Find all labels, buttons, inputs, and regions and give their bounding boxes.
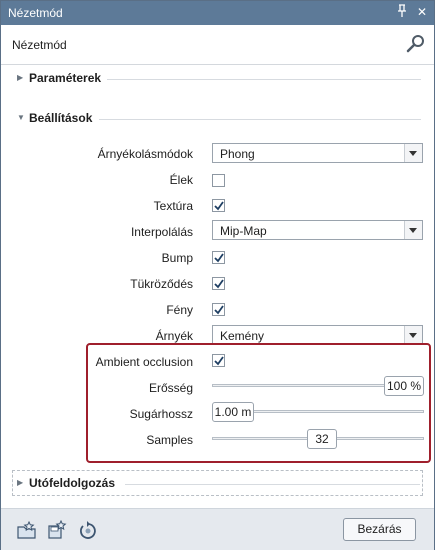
texture-label: Textúra xyxy=(153,199,193,213)
chevron-down-icon[interactable] xyxy=(404,144,422,162)
save-star-icon[interactable] xyxy=(47,520,67,540)
shadow-label: Árnyék xyxy=(155,329,193,343)
shadow-value: Kemény xyxy=(220,329,265,343)
section-divider xyxy=(99,119,421,120)
shading-label: Árnyékolásmódok xyxy=(97,147,193,161)
shading-dropdown[interactable]: Phong xyxy=(212,143,423,163)
view-mode-name: Nézetmód xyxy=(12,38,67,52)
checkmark-icon xyxy=(214,279,224,289)
reset-icon[interactable] xyxy=(78,520,98,540)
highlight-annotation-box xyxy=(86,343,431,463)
interpolation-label: Interpolálás xyxy=(130,225,193,239)
section-parameters-label: Paraméterek xyxy=(29,71,102,85)
close-icon[interactable]: ✕ xyxy=(414,4,430,20)
title-bar[interactable]: Nézetmód ✕ xyxy=(1,1,434,25)
view-mode-window: Nézetmód ✕ Nézetmód ▶ Paraméterek ▼ Beál… xyxy=(0,0,435,550)
section-postprocessing-head[interactable]: ▶ Utófeldolgozás xyxy=(13,473,422,495)
light-label: Fény xyxy=(166,303,193,317)
search-icon[interactable] xyxy=(406,34,426,54)
section-parameters[interactable]: ▶ Paraméterek xyxy=(13,68,423,90)
close-button[interactable]: Bezárás xyxy=(343,518,416,541)
section-postprocessing[interactable]: ▶ Utófeldolgozás xyxy=(12,470,423,496)
edges-label: Élek xyxy=(169,173,193,187)
checkmark-icon xyxy=(214,253,224,263)
shading-value: Phong xyxy=(220,147,255,161)
expand-arrow-icon[interactable]: ▶ xyxy=(17,73,23,82)
section-divider xyxy=(107,79,421,80)
chevron-down-icon[interactable] xyxy=(404,326,422,344)
section-postprocessing-label: Utófeldolgozás xyxy=(29,476,115,490)
reflection-checkbox[interactable] xyxy=(212,277,225,290)
expand-arrow-icon[interactable]: ▶ xyxy=(17,478,23,487)
checkmark-icon xyxy=(214,201,224,211)
shadow-dropdown[interactable]: Kemény xyxy=(212,325,423,345)
interpolation-dropdown[interactable]: Mip-Map xyxy=(212,220,423,240)
bump-checkbox[interactable] xyxy=(212,251,225,264)
chevron-down-icon[interactable] xyxy=(404,221,422,239)
reflection-label: Tükröződés xyxy=(130,277,193,291)
light-checkbox[interactable] xyxy=(212,303,225,316)
bump-label: Bump xyxy=(161,251,193,265)
interpolation-value: Mip-Map xyxy=(220,224,267,238)
footer-bar: Bezárás xyxy=(1,508,434,550)
collapse-arrow-icon[interactable]: ▼ xyxy=(17,113,25,122)
pin-icon[interactable] xyxy=(394,4,410,20)
checkmark-icon xyxy=(214,305,224,315)
view-mode-header: Nézetmód xyxy=(1,26,434,65)
section-divider xyxy=(125,484,420,485)
section-settings-label: Beállítások xyxy=(29,111,93,125)
folder-star-icon[interactable] xyxy=(17,520,37,540)
section-settings[interactable]: ▼ Beállítások xyxy=(13,108,423,130)
edges-checkbox[interactable] xyxy=(212,174,225,187)
texture-checkbox[interactable] xyxy=(212,199,225,212)
window-title: Nézetmód xyxy=(8,6,63,20)
